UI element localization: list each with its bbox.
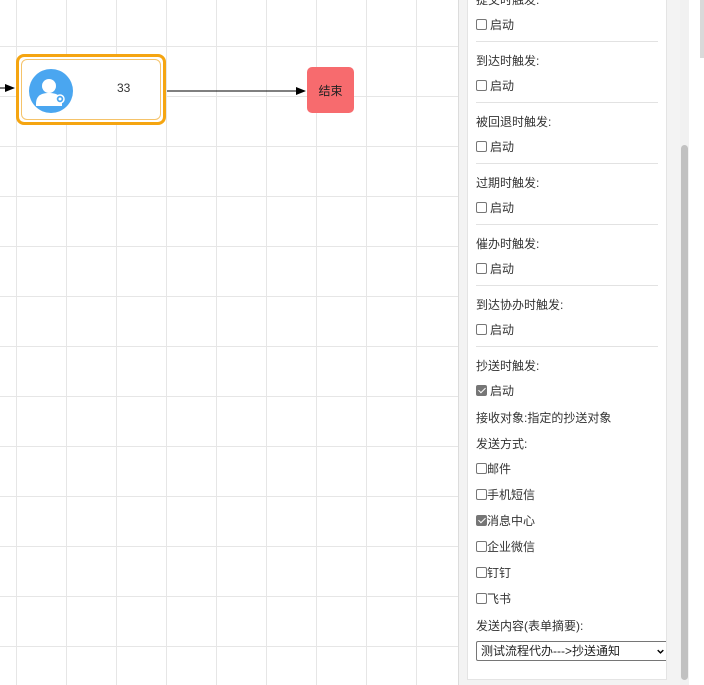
divider	[476, 285, 658, 286]
send-method-sms[interactable]: 手机短信	[476, 486, 535, 503]
assist-trigger-label: 启动	[490, 323, 515, 337]
user-avatar-icon	[29, 69, 73, 113]
feishu-checkbox[interactable]	[476, 593, 487, 604]
task-node-label: 33	[117, 81, 131, 95]
send-method-dingtalk[interactable]: 钉钉	[476, 564, 511, 581]
approval-task-node[interactable]: 33	[16, 54, 166, 125]
expire-trigger-checkbox[interactable]	[476, 202, 487, 213]
end-node-label: 结束	[318, 83, 343, 98]
end-node[interactable]: 结束	[307, 67, 354, 113]
email-label: 邮件	[487, 462, 512, 476]
send-method-email[interactable]: 邮件	[476, 460, 511, 477]
send-method-wecom[interactable]: 企业微信	[476, 538, 535, 555]
arrive-trigger-checkbox[interactable]	[476, 80, 487, 91]
send-method-label: 发送方式:	[476, 437, 528, 451]
outer-scrollbar-thumb[interactable]	[700, 0, 704, 58]
content-select-value: 测试流程代办--->抄送通知	[481, 644, 620, 658]
submit-trigger-label: 启动	[490, 18, 515, 32]
content-label: 发送内容(表单摘要):	[476, 619, 584, 633]
cc-trigger-label: 启动	[490, 384, 515, 398]
section-title-assist: 到达协办时触发:	[476, 298, 564, 312]
flow-canvas[interactable]: 33 结束	[0, 0, 458, 685]
rollback-trigger-checkbox[interactable]	[476, 141, 487, 152]
content-select[interactable]: 测试流程代办--->抄送通知	[476, 641, 666, 661]
section-title-urge: 催办时触发:	[476, 237, 540, 251]
properties-panel: 提交时触发: 启动 到达时触发: 启动 被回退时触发: 启动 过期时触发: 启动…	[458, 0, 680, 685]
urge-trigger-label: 启动	[490, 262, 515, 276]
urge-trigger-checkbox[interactable]	[476, 263, 487, 274]
divider	[476, 346, 658, 347]
section-title-cc: 抄送时触发:	[476, 359, 540, 373]
assist-trigger-toggle[interactable]: 启动	[476, 321, 514, 338]
receiver-text: 接收对象:指定的抄送对象	[476, 411, 612, 425]
submit-trigger-toggle[interactable]: 启动	[476, 16, 514, 33]
assist-trigger-checkbox[interactable]	[476, 324, 487, 335]
feishu-label: 飞书	[487, 592, 512, 606]
dingtalk-label: 钉钉	[487, 566, 512, 580]
scrollbar-thumb[interactable]	[681, 145, 688, 680]
section-title-rollback: 被回退时触发:	[476, 115, 552, 129]
submit-trigger-checkbox[interactable]	[476, 19, 487, 30]
window-edge	[689, 0, 704, 685]
rollback-trigger-label: 启动	[490, 140, 515, 154]
wecom-checkbox[interactable]	[476, 541, 487, 552]
divider	[476, 224, 658, 225]
message-center-label: 消息中心	[487, 514, 536, 528]
expire-trigger-label: 启动	[490, 201, 515, 215]
arrive-trigger-label: 启动	[490, 79, 515, 93]
section-title-submit: 提交时触发:	[476, 0, 540, 7]
section-title-arrive: 到达时触发:	[476, 54, 540, 68]
chevron-down-icon	[657, 649, 664, 654]
panel-scrollbar[interactable]	[680, 0, 689, 685]
send-method-feishu[interactable]: 飞书	[476, 590, 511, 607]
sms-checkbox[interactable]	[476, 489, 487, 500]
divider	[476, 41, 658, 42]
urge-trigger-toggle[interactable]: 启动	[476, 260, 514, 277]
send-method-message-center[interactable]: 消息中心	[476, 512, 535, 529]
wecom-label: 企业微信	[487, 540, 536, 554]
dingtalk-checkbox[interactable]	[476, 567, 487, 578]
divider	[476, 102, 658, 103]
cc-trigger-checkbox[interactable]	[476, 385, 487, 396]
email-checkbox[interactable]	[476, 463, 487, 474]
expire-trigger-toggle[interactable]: 启动	[476, 199, 514, 216]
arrive-trigger-toggle[interactable]: 启动	[476, 77, 514, 94]
message-center-checkbox[interactable]	[476, 515, 487, 526]
divider	[476, 163, 658, 164]
cc-trigger-toggle[interactable]: 启动	[476, 382, 514, 399]
sms-label: 手机短信	[487, 488, 536, 502]
rollback-trigger-toggle[interactable]: 启动	[476, 138, 514, 155]
event-trigger-settings: 提交时触发: 启动 到达时触发: 启动 被回退时触发: 启动 过期时触发: 启动…	[467, 0, 667, 680]
section-title-expire: 过期时触发:	[476, 176, 540, 190]
